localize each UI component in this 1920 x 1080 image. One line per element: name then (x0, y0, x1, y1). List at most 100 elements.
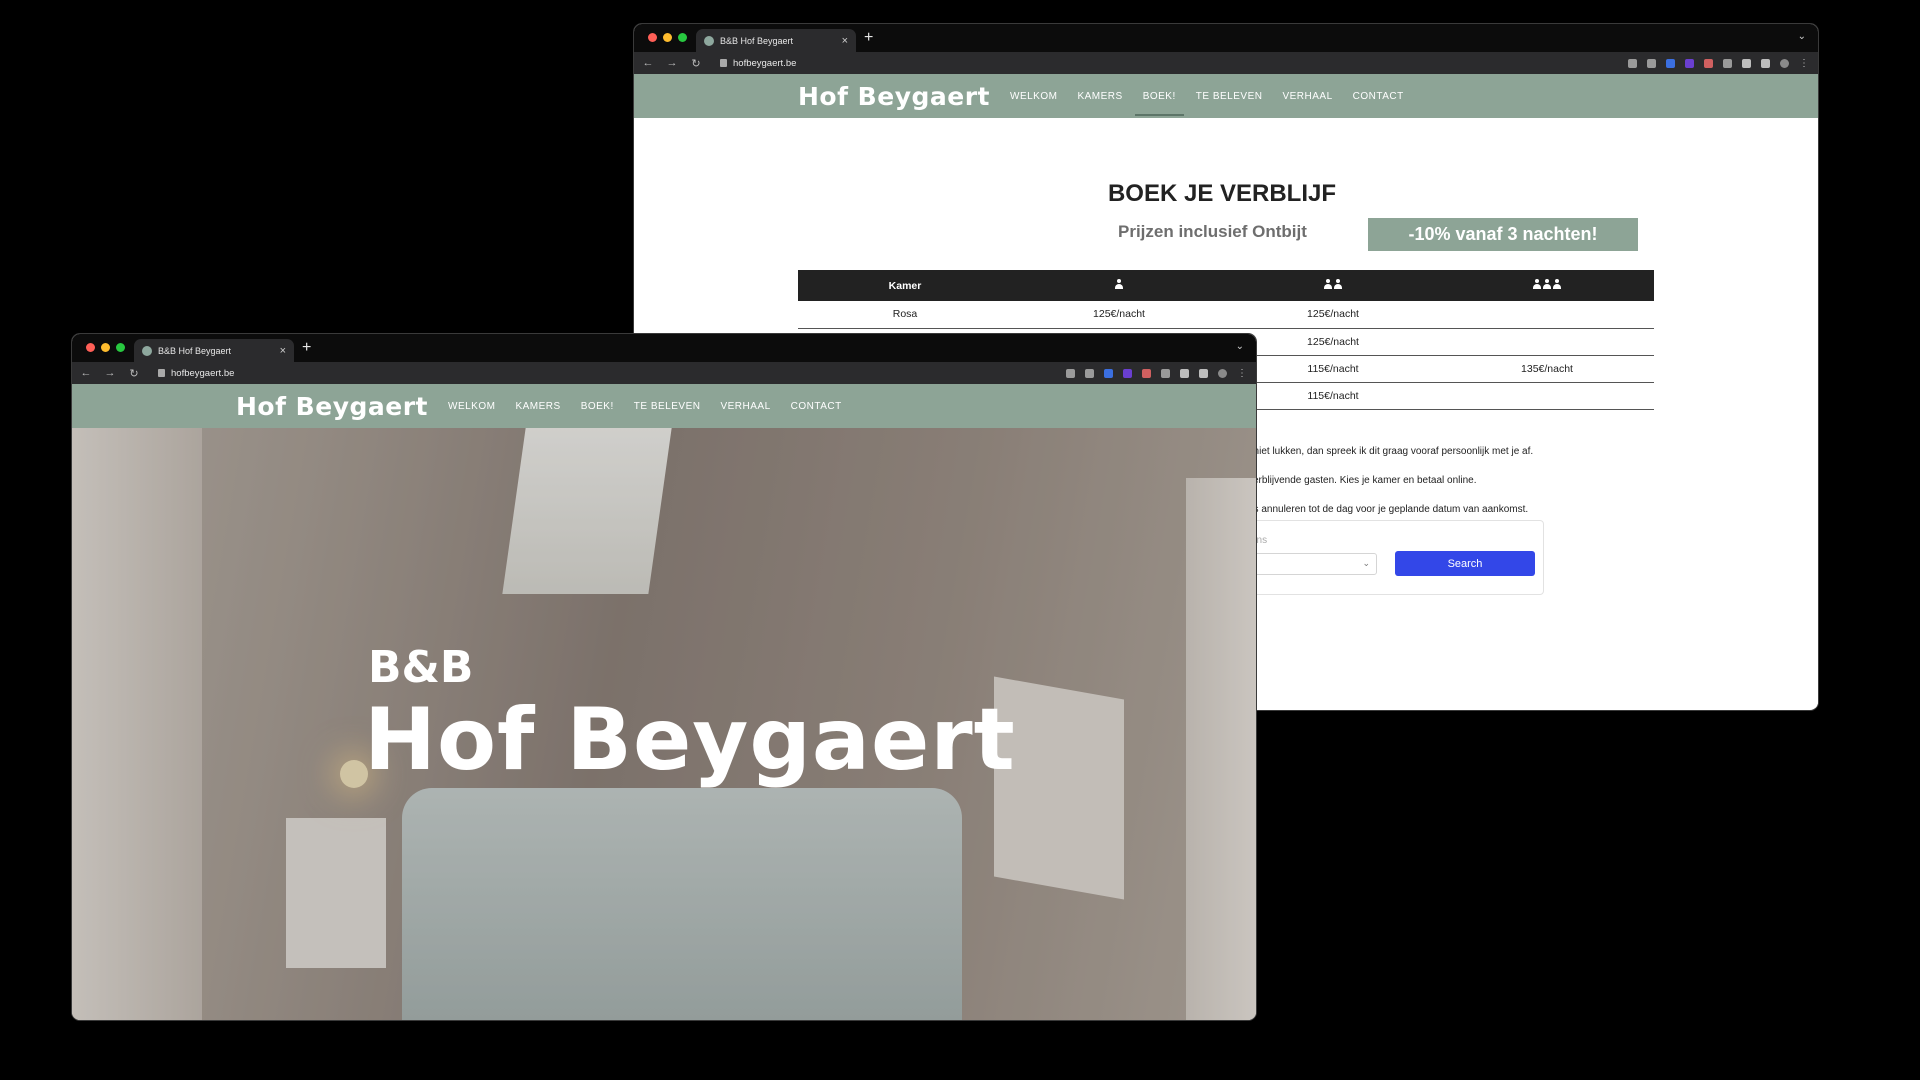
share-icon[interactable] (1066, 368, 1075, 378)
favicon-icon (704, 35, 714, 46)
one-person-icon (1115, 279, 1123, 289)
toolbar-icons: ⋮ (1628, 52, 1809, 74)
profile-avatar-icon[interactable] (1218, 368, 1227, 378)
table-cell: Rosa (798, 301, 1012, 329)
url-text: hofbeygaert.be (171, 367, 235, 379)
tab-search-icon[interactable]: ⌄ (1236, 341, 1244, 352)
table-cell (1440, 301, 1654, 329)
browser-tab[interactable]: B&B Hof Beygaert × (696, 29, 856, 52)
extension-icon[interactable] (1123, 368, 1132, 378)
url-field[interactable]: hofbeygaert.be (720, 58, 796, 69)
new-tab-icon[interactable]: + (864, 29, 873, 47)
back-arrow-icon[interactable]: ← (80, 367, 92, 379)
extension-icon[interactable] (1704, 58, 1713, 68)
kebab-menu-icon[interactable]: ⋮ (1799, 58, 1809, 68)
table-cell (1440, 382, 1654, 410)
table-header-row: Kamer (798, 270, 1654, 301)
share-icon[interactable] (1628, 58, 1637, 68)
main-menu: WELKOM KAMERS BOEK! TE BELEVEN VERHAAL C… (448, 387, 842, 426)
menu-item-boek[interactable]: BOEK! (1134, 77, 1184, 116)
forward-arrow-icon[interactable]: → (104, 367, 116, 379)
site-logo[interactable]: Hof Beygaert (798, 82, 990, 111)
window-controls (86, 343, 125, 352)
table-cell: 115€/nacht (1226, 382, 1440, 410)
column-header-one-person (1012, 270, 1226, 301)
sidebar-icon[interactable] (1761, 58, 1770, 68)
menu-item-te-beleven[interactable]: TE BELEVEN (634, 387, 701, 426)
search-button[interactable]: Search (1395, 551, 1535, 576)
site-header: Hof Beygaert WELKOM KAMERS BOEK! TE BELE… (72, 384, 1256, 428)
menu-item-contact[interactable]: CONTACT (1353, 77, 1404, 116)
menu-item-kamers[interactable]: KAMERS (515, 387, 560, 426)
info-text: t niet lukken, dan spreek ik dit graag v… (1248, 446, 1534, 457)
extension-icon[interactable] (1142, 368, 1151, 378)
persons-select[interactable]: ⌄ (1251, 553, 1377, 575)
close-window-icon[interactable] (86, 343, 95, 352)
maximize-window-icon[interactable] (678, 33, 687, 42)
extension-icon[interactable] (1685, 58, 1694, 68)
lock-icon (720, 59, 727, 67)
url-text: hofbeygaert.be (733, 57, 797, 69)
url-field[interactable]: hofbeygaert.be (158, 368, 234, 379)
close-window-icon[interactable] (648, 33, 657, 42)
table-cell: 125€/nacht (1226, 328, 1440, 356)
booking-widget: ons ⌄ Search (1244, 520, 1544, 595)
extension-icon[interactable] (1104, 368, 1113, 378)
sidebar-icon[interactable] (1199, 368, 1208, 378)
front-browser-window: B&B Hof Beygaert × + ⌄ ← → ↻ hofbeygaert… (72, 334, 1256, 1020)
address-bar-row: ← → ↻ hofbeygaert.be ⋮ (72, 362, 1256, 384)
chevron-down-icon: ⌄ (1362, 558, 1370, 568)
tab-title: B&B Hof Beygaert (720, 35, 794, 46)
column-header-two-persons (1226, 270, 1440, 301)
menu-item-contact[interactable]: CONTACT (791, 387, 842, 426)
forward-arrow-icon[interactable]: → (666, 57, 678, 69)
promo-banner: -10% vanaf 3 nachten! (1368, 218, 1638, 251)
extension-icon[interactable] (1723, 58, 1732, 68)
reload-icon[interactable]: ↻ (128, 367, 140, 380)
tab-search-icon[interactable]: ⌄ (1798, 31, 1806, 42)
kebab-menu-icon[interactable]: ⋮ (1237, 368, 1247, 378)
table-cell: 115€/nacht (1226, 355, 1440, 383)
minimize-window-icon[interactable] (101, 343, 110, 352)
close-tab-icon[interactable]: × (842, 35, 848, 47)
table-row: Rosa 125€/nacht 125€/nacht (798, 301, 1654, 329)
extension-icon[interactable] (1161, 368, 1170, 378)
back-arrow-icon[interactable]: ← (642, 57, 654, 69)
table-cell: 125€/nacht (1226, 301, 1440, 329)
bookmark-star-icon[interactable] (1085, 368, 1094, 378)
menu-item-boek[interactable]: BOEK! (581, 387, 614, 426)
table-cell (1440, 328, 1654, 356)
column-header-kamer: Kamer (798, 270, 1012, 301)
window-controls (648, 33, 687, 42)
info-text: verblijvende gasten. Kies je kamer en be… (1248, 475, 1477, 486)
info-text: os annuleren tot de dag voor je geplande… (1248, 504, 1529, 515)
maximize-window-icon[interactable] (116, 343, 125, 352)
bookmark-star-icon[interactable] (1647, 58, 1656, 68)
menu-item-kamers[interactable]: KAMERS (1077, 77, 1122, 116)
menu-item-verhaal[interactable]: VERHAAL (1282, 77, 1332, 116)
close-tab-icon[interactable]: × (280, 345, 286, 357)
profile-avatar-icon[interactable] (1780, 58, 1789, 68)
three-persons-icon (1533, 279, 1561, 289)
two-persons-icon (1324, 279, 1342, 289)
puzzle-icon[interactable] (1742, 58, 1751, 68)
site-logo[interactable]: Hof Beygaert (236, 392, 428, 421)
favicon-icon (142, 345, 152, 356)
new-tab-icon[interactable]: + (302, 339, 311, 357)
reload-icon[interactable]: ↻ (690, 57, 702, 70)
minimize-window-icon[interactable] (663, 33, 672, 42)
page-title: BOEK JE VERBLIJF (1107, 180, 1337, 207)
extension-icon[interactable] (1666, 58, 1675, 68)
hero-subtitle: B&B (368, 642, 474, 693)
puzzle-icon[interactable] (1180, 368, 1189, 378)
tab-title: B&B Hof Beygaert (158, 345, 232, 356)
hero-title: Hof Beygaert (364, 690, 1016, 790)
menu-item-welkom[interactable]: WELKOM (1010, 77, 1057, 116)
tab-bar: B&B Hof Beygaert × + ⌄ (634, 24, 1818, 52)
address-bar-row: ← → ↻ hofbeygaert.be ⋮ (634, 52, 1818, 74)
menu-item-welkom[interactable]: WELKOM (448, 387, 495, 426)
hero-section: B&B Hof Beygaert (72, 428, 1256, 1020)
menu-item-verhaal[interactable]: VERHAAL (720, 387, 770, 426)
menu-item-te-beleven[interactable]: TE BELEVEN (1196, 77, 1263, 116)
browser-tab[interactable]: B&B Hof Beygaert × (134, 339, 294, 362)
